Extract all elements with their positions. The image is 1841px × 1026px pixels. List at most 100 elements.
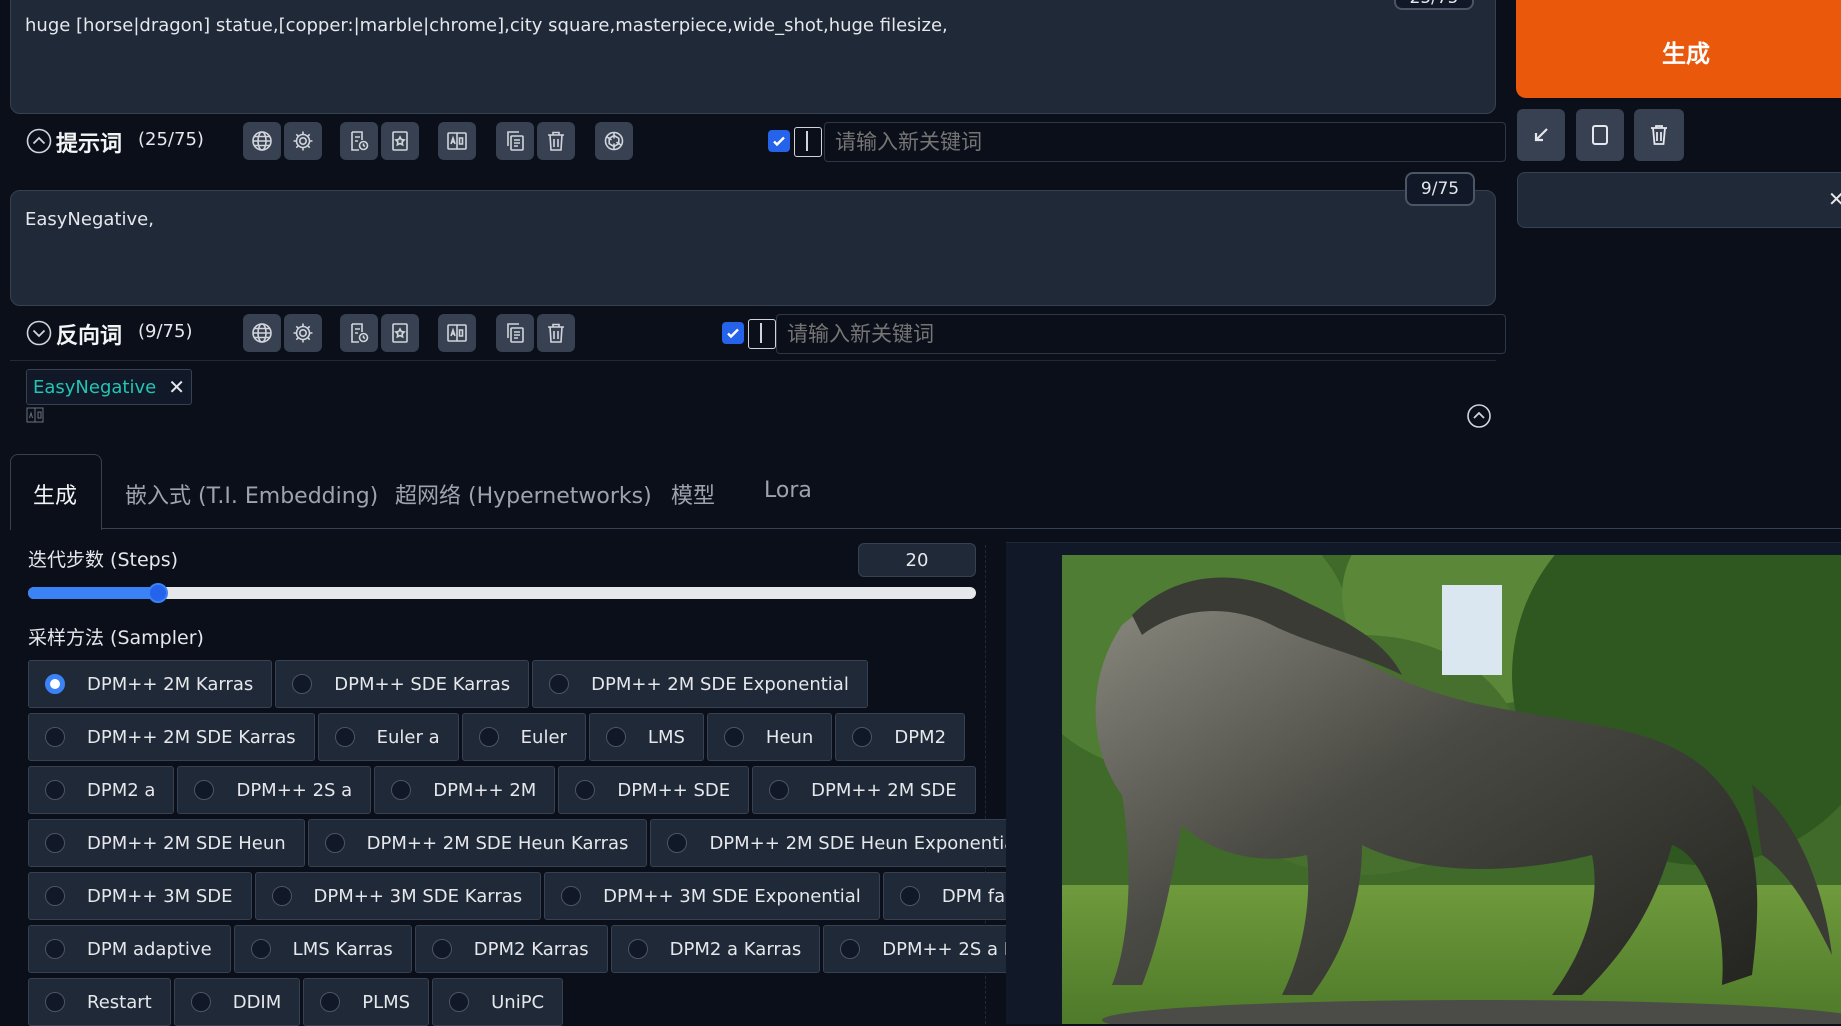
sampler-option-label: DPM2 Karras	[473, 938, 589, 960]
radio-button[interactable]	[45, 992, 65, 1012]
sampler-option[interactable]: DPM++ 3M SDE	[28, 872, 252, 920]
sampler-option-label: DPM++ 3M SDE	[87, 885, 233, 907]
trash-button[interactable]	[1634, 109, 1684, 161]
sampler-option[interactable]: DPM++ 2M SDE Karras	[28, 713, 315, 761]
radio-button[interactable]	[575, 780, 596, 800]
radio-button[interactable]	[723, 727, 744, 747]
radio-button[interactable]	[271, 886, 292, 906]
sampler-option[interactable]: DPM2 a	[28, 766, 175, 814]
sampler-option-label: LMS	[647, 726, 685, 748]
sampler-row: DPM++ 2M SDE Heun DPM++ 2M SDE Heun Karra…	[28, 819, 1040, 867]
radio-button[interactable]	[667, 833, 688, 853]
sampler-option-label: DPM++ 2M SDE	[811, 779, 957, 801]
close-icon[interactable]: ✕	[1828, 187, 1841, 211]
sampler-option[interactable]: DPM adaptive	[28, 925, 231, 973]
radio-button[interactable]	[334, 727, 355, 747]
sampler-option-label: Euler a	[376, 726, 440, 748]
copy-style-button[interactable]	[1576, 109, 1624, 161]
sampler-option[interactable]: Heun	[706, 713, 833, 761]
sampler-option-label: DPM++ 2M SDE Karras	[87, 726, 296, 748]
sampler-option[interactable]: LMS Karras	[233, 925, 412, 973]
negative-token-counter: 9/75	[1405, 172, 1475, 206]
sampler-option-label: Restart	[87, 991, 152, 1013]
sampler-option-label: DPM++ 2M	[433, 779, 537, 801]
sampler-option[interactable]: DPM++ 2M SDE Exponential	[532, 660, 868, 708]
sampler-option[interactable]: DPM2	[835, 713, 966, 761]
radio-button[interactable]	[605, 727, 626, 747]
radio-button[interactable]	[194, 780, 215, 800]
sampler-option[interactable]: UniPC	[432, 978, 564, 1026]
sampler-option[interactable]: Euler a	[317, 713, 459, 761]
sampler-row: DPM adaptive LMS Karras DPM2 Karras DPM2 a …	[28, 925, 1081, 973]
sampler-option[interactable]: Restart	[28, 978, 171, 1026]
radio-button[interactable]	[45, 780, 65, 800]
sampler-row: DPM++ 3M SDE DPM++ 3M SDE Karras DPM++ 3M …	[28, 872, 1041, 920]
collapse-up-icon[interactable]	[1466, 403, 1492, 429]
radio-button[interactable]	[840, 939, 861, 959]
sampler-option-label: Euler	[520, 726, 567, 748]
sampler-option[interactable]: DPM++ 2M SDE Heun Karras	[307, 819, 648, 867]
radio-button[interactable]	[478, 727, 499, 747]
sampler-row: DPM2 a DPM++ 2S a DPM++ 2M DPM++ SDE DPM++ 2…	[28, 766, 976, 814]
sampler-option[interactable]: DPM2 a Karras	[610, 925, 821, 973]
sampler-option[interactable]: DPM2 Karras	[414, 925, 608, 973]
sampler-option[interactable]: Euler	[461, 713, 586, 761]
sampler-option-label: DPM2	[894, 726, 947, 748]
sampler-option[interactable]: DPM++ 3M SDE Karras	[254, 872, 542, 920]
sampler-option[interactable]: DPM++ 2M	[374, 766, 556, 814]
sampler-option-label: DPM++ 2M SDE Exponential	[591, 673, 849, 695]
radio-button[interactable]	[449, 992, 470, 1012]
radio-button[interactable]	[391, 780, 412, 800]
radio-button[interactable]	[292, 674, 313, 694]
radio-button[interactable]	[769, 780, 790, 800]
radio-button[interactable]	[45, 727, 65, 747]
radio-button[interactable]	[899, 886, 920, 906]
radio-button[interactable]	[250, 939, 271, 959]
radio-button[interactable]	[45, 939, 65, 959]
radio-button[interactable]	[45, 674, 65, 694]
sampler-option[interactable]: DPM++ 2M Karras	[28, 660, 273, 708]
sampler-option[interactable]: DPM++ 3M SDE Exponential	[544, 872, 880, 920]
radio-button[interactable]	[190, 992, 211, 1012]
radio-button[interactable]	[324, 833, 345, 853]
sampler-option-label: PLMS	[362, 991, 411, 1013]
sampler-option-label: DPM++ 2M SDE Heun Karras	[366, 832, 629, 854]
radio-button[interactable]	[45, 833, 65, 853]
sampler-option-label: DPM++ 3M SDE Karras	[313, 885, 523, 907]
generate-button[interactable]: 生成	[1516, 0, 1841, 98]
sampler-option-label: DPM++ 2M Karras	[87, 673, 254, 695]
send-arrow-button[interactable]	[1517, 109, 1565, 161]
sampler-option-label: DPM++ 2S a	[236, 779, 353, 801]
sampler-option-label: DPM++ SDE	[617, 779, 731, 801]
arrow-down-left-icon	[1534, 128, 1548, 142]
sampler-option-label: DPM adaptive	[87, 938, 212, 960]
clipboard-icon	[1592, 125, 1608, 145]
sampler-option[interactable]: PLMS	[303, 978, 430, 1026]
radio-button[interactable]	[627, 939, 648, 959]
radio-button[interactable]	[852, 727, 873, 747]
sampler-option[interactable]: LMS	[588, 713, 704, 761]
radio-button[interactable]	[320, 992, 341, 1012]
radio-button[interactable]	[561, 886, 582, 906]
radio-button[interactable]	[45, 886, 65, 906]
sampler-option[interactable]: DPM++ SDE	[558, 766, 750, 814]
sampler-option-label: DPM++ 3M SDE Exponential	[603, 885, 861, 907]
sampler-option[interactable]: DPM++ 2M SDE	[752, 766, 976, 814]
sampler-option-label: UniPC	[491, 991, 545, 1013]
sampler-option[interactable]: DDIM	[173, 978, 301, 1026]
radio-button[interactable]	[549, 674, 570, 694]
sampler-option-label: LMS Karras	[292, 938, 393, 960]
style-select[interactable]: ✕	[1517, 172, 1841, 228]
sampler-row: DPM++ 2M Karras DPM++ SDE Karras DPM++ 2M …	[28, 660, 868, 708]
sampler-option[interactable]: DPM++ SDE Karras	[275, 660, 530, 708]
generated-image[interactable]	[1062, 555, 1841, 1024]
generate-button-label: 生成	[1662, 39, 1710, 68]
sampler-option-label: DDIM	[232, 991, 282, 1013]
radio-button[interactable]	[431, 939, 452, 959]
sampler-option[interactable]: DPM++ 2M SDE Heun	[28, 819, 305, 867]
sampler-option[interactable]: DPM++ 2M SDE Heun Exponential	[650, 819, 1040, 867]
sampler-option-label: DPM++ 2M SDE Heun Exponential	[709, 832, 1021, 854]
sampler-option[interactable]: DPM++ 2S a	[177, 766, 372, 814]
sampler-option-label: DPM2 a Karras	[669, 938, 802, 960]
trash-icon	[1651, 125, 1667, 145]
